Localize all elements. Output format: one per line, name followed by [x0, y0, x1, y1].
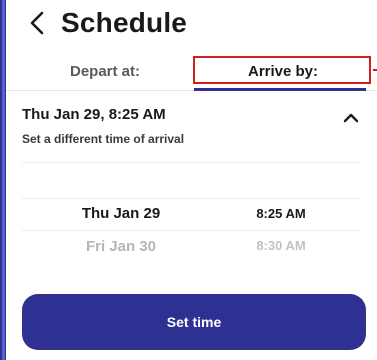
- datetime-picker[interactable]: Thu Jan 29 8:25 AM Fri Jan 30 8:30 AM: [6, 190, 377, 270]
- schedule-screen: Schedule Depart at: Arrive by: Thu Jan 2…: [0, 0, 377, 360]
- tab-arrive-by-highlight: [193, 56, 371, 84]
- picker-selection-bottom-line: [22, 230, 360, 231]
- frame-edge-inner: [2, 0, 5, 360]
- picker-date-option[interactable]: Thu Jan 29: [46, 205, 196, 222]
- schedule-tabs: Depart at: Arrive by:: [6, 54, 377, 91]
- active-tab-indicator: [194, 88, 366, 91]
- picker-time-option[interactable]: 8:30 AM: [206, 238, 356, 253]
- summary-divider: [22, 162, 360, 163]
- picker-time-option[interactable]: 8:25 AM: [206, 206, 356, 221]
- set-time-button[interactable]: Set time: [22, 294, 366, 350]
- chevron-left-icon[interactable]: [26, 10, 48, 36]
- summary-subtitle: Set a different time of arrival: [22, 132, 185, 146]
- chevron-up-icon[interactable]: [342, 110, 360, 124]
- schedule-content: Schedule Depart at: Arrive by: Thu Jan 2…: [6, 0, 377, 360]
- tab-depart-at[interactable]: Depart at:: [16, 54, 194, 88]
- selected-datetime: Thu Jan 29, 8:25 AM: [22, 106, 166, 123]
- selected-time-summary[interactable]: Thu Jan 29, 8:25 AM Set a different time…: [22, 106, 362, 150]
- tab-depart-at-label: Depart at:: [69, 62, 140, 80]
- picker-selection-top-line: [22, 198, 360, 199]
- picker-date-option[interactable]: Fri Jan 30: [46, 238, 196, 255]
- header: Schedule: [6, 0, 377, 48]
- page-title: Schedule: [61, 7, 188, 38]
- highlight-marker: [373, 69, 377, 71]
